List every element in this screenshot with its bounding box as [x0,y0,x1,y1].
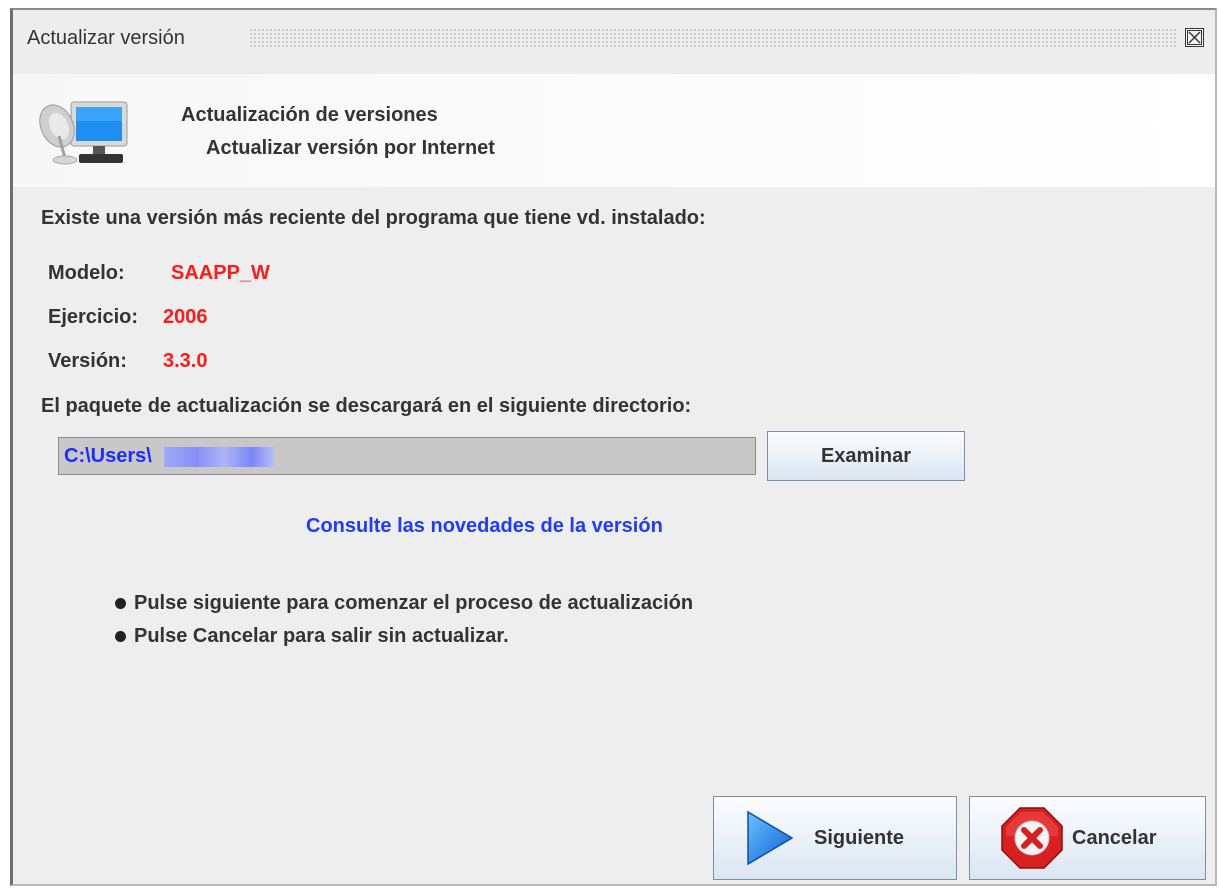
instruction-item: Pulse Cancelar para salir sin actualizar… [115,625,509,648]
window-title: Actualizar versión [27,27,185,49]
modelo-label: Modelo: [48,262,125,284]
browse-button-label: Examinar [820,444,912,467]
bullet-icon [115,631,126,642]
browse-button[interactable]: Examinar [767,431,965,481]
update-dialog: Actualizar versión Actualización de vers… [10,8,1217,886]
ejercicio-label: Ejercicio: [48,306,139,328]
play-arrow-icon [747,810,794,866]
stop-x-icon [1001,807,1063,869]
monitor-satellite-icon [39,101,128,165]
instruction-text: Pulse siguiente para comenzar el proceso… [134,592,694,614]
bullet-icon [115,598,126,609]
instruction-item: Pulse siguiente para comenzar el proceso… [115,592,693,615]
release-notes-link[interactable]: Consulte las novedades de la versión [306,515,663,538]
ejercicio-value: 2006 [163,306,208,328]
next-button[interactable]: Siguiente [713,796,957,880]
instruction-text: Pulse Cancelar para salir sin actualizar… [134,625,509,647]
close-button[interactable] [1185,28,1204,47]
close-icon [1187,30,1202,45]
cancel-button-label: Cancelar [1072,826,1157,849]
header-title: Actualización de versiones [181,104,438,126]
title-bar-grip [249,28,1177,48]
version-label: Versión: [48,350,127,372]
header-panel: Actualización de versiones Actualizar ve… [13,74,1215,187]
redacted-username [164,447,274,467]
version-value: 3.3.0 [163,350,208,372]
directory-path-value: C:\Users\ [64,445,152,467]
header-subtitle: Actualizar versión por Internet [206,137,495,159]
modelo-value: SAAPP_W [171,262,270,284]
intro-text: Existe una versión más reciente del prog… [41,207,706,229]
next-button-label: Siguiente [814,826,905,849]
cancel-button[interactable]: Cancelar [969,796,1206,880]
title-bar[interactable]: Actualizar versión [13,10,1215,74]
directory-path-field[interactable]: C:\Users\ [58,437,756,475]
directory-text: El paquete de actualización se descargar… [41,395,692,417]
